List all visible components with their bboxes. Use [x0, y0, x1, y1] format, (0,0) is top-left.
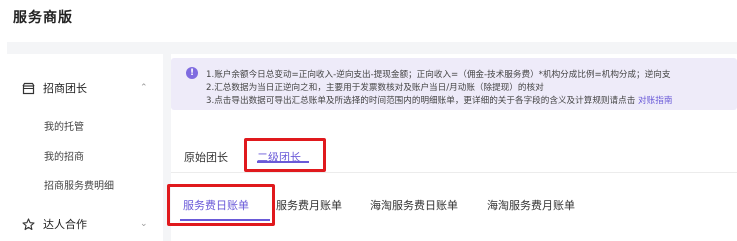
- tab-service-fee-daily[interactable]: 服务费日账单: [183, 197, 249, 213]
- tab-overseas-service-fee-daily[interactable]: 海淘服务费日账单: [370, 197, 458, 213]
- tab-divider: [171, 172, 737, 173]
- tab-active-indicator: [257, 161, 309, 163]
- notice-line-1: 1.账户余额今日总变动=正向收入-逆向支出-提现金额；正向收入=（佣金-技术服务…: [206, 70, 671, 80]
- sidebar-item-recruit-fee-detail[interactable]: 招商服务费明细: [44, 177, 114, 192]
- tab-overseas-service-fee-monthly[interactable]: 海淘服务费月账单: [487, 197, 575, 213]
- sidebar-item-my-recruiting[interactable]: 我的招商: [44, 148, 84, 163]
- sidebar-group-merchant-leader[interactable]: 招商团长 ⌃: [7, 74, 163, 102]
- sidebar: 招商团长 ⌃ 我的托管 我的招商 招商服务费明细 达人合作 ⌄: [7, 54, 163, 241]
- reconciliation-guide-link[interactable]: 对账指南: [638, 96, 672, 106]
- chevron-down-icon: ⌄: [140, 219, 148, 229]
- sidebar-group-label: 达人合作: [43, 218, 87, 231]
- sidebar-item-my-hosting[interactable]: 我的托管: [44, 118, 84, 133]
- storefront-icon: [21, 81, 35, 95]
- notice-line-3-text: 3.点击导出数据可导出汇总账单及所选择的时间范围内的明细账单，更详细的关于各字段…: [206, 96, 636, 106]
- info-notice: ! 1.账户余额今日总变动=正向收入-逆向支出-提现金额；正向收入=（佣金-技术…: [171, 58, 737, 110]
- notice-line-3: 3.点击导出数据可导出汇总账单及所选择的时间范围内的明细账单，更详细的关于各字段…: [206, 94, 672, 106]
- star-icon: [21, 217, 35, 231]
- notice-line-2: 2.汇总数据为当日正逆向之和，主要用于发票数核对及账户当日/月动账（除提现）的核…: [206, 83, 544, 93]
- tab-service-fee-monthly[interactable]: 服务费月账单: [276, 197, 342, 213]
- subtab-active-indicator: [180, 219, 270, 221]
- sidebar-group-label: 招商团长: [43, 82, 87, 95]
- chevron-up-icon: ⌃: [140, 83, 148, 93]
- sidebar-group-talent-cooperation[interactable]: 达人合作 ⌄: [7, 210, 163, 238]
- app-title: 服务商版: [13, 10, 73, 26]
- info-icon: !: [186, 67, 198, 79]
- tab-original-leader[interactable]: 原始团长: [184, 149, 228, 165]
